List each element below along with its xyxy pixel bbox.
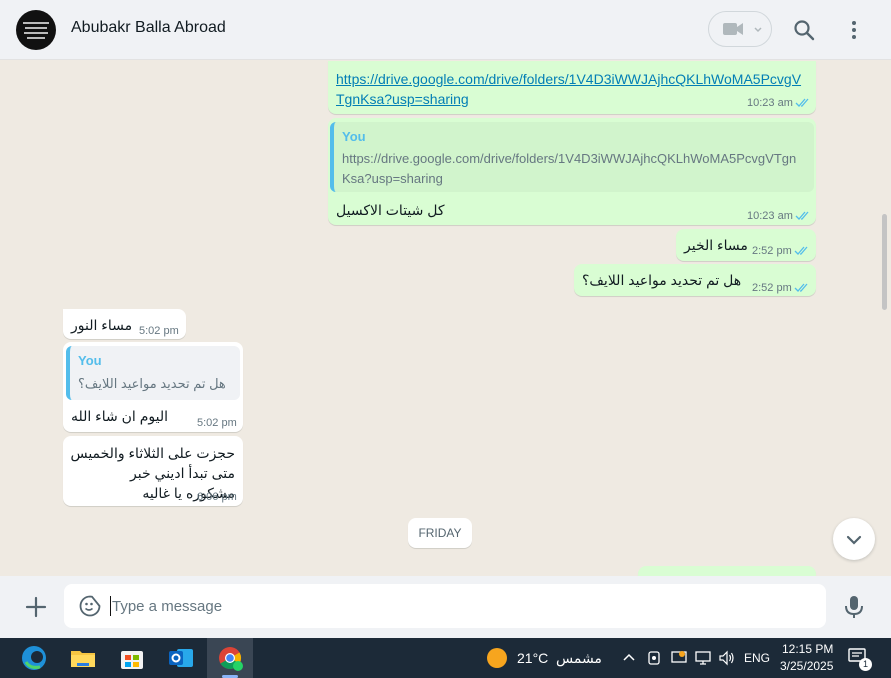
chat-scrollbar[interactable] [882,214,887,310]
chevron-up-icon[interactable] [622,651,636,665]
microphone-icon[interactable] [843,595,865,619]
read-ticks-icon [794,283,808,292]
microsoft-store-icon[interactable] [116,642,148,674]
message-time: 2:52 pm [752,282,792,294]
chat-area[interactable]: https://drive.google.com/drive/folders/1… [0,61,891,576]
tray-monitor-icon[interactable] [670,649,688,667]
message-time: 5:02 pm [139,325,179,337]
tray-app-icon[interactable] [646,650,662,666]
file-explorer-icon[interactable] [67,642,99,674]
quote-author: You [342,129,366,144]
sticker-icon[interactable] [78,594,102,618]
message-time: 5:02 pm [197,417,237,429]
video-call-button[interactable] [708,11,772,47]
contact-name[interactable]: Abubakr Balla Abroad [71,19,226,37]
quoted-message[interactable]: You هل تم تحديد مواعيد اللايف؟ [66,346,240,400]
outgoing-message[interactable]: https://drive.google.com/drive/folders/1… [328,61,816,114]
quote-text: هل تم تحديد مواعيد اللايف؟ [78,376,226,391]
notification-badge: 1 [859,658,872,671]
message-text: مساء الخير [684,237,748,253]
message-time: 10:23 am [747,97,793,109]
clock-time[interactable]: 12:15 PM [782,642,833,656]
incoming-message[interactable]: You هل تم تحديد مواعيد اللايف؟ اليوم ان … [63,342,243,432]
weather-label[interactable]: مشمس [556,650,602,667]
day-separator: FRIDAY [408,518,472,548]
scroll-to-bottom-button[interactable] [833,518,875,560]
message-time: 2:52 pm [752,245,792,257]
incoming-message[interactable]: مساء النور 5:02 pm [63,309,186,339]
outgoing-message[interactable]: You https://drive.google.com/drive/folde… [328,118,816,225]
message-text: كل شيتات الاكسيل [336,202,445,218]
chat-header: Abubakr Balla Abroad [0,0,891,60]
read-ticks-icon [795,98,809,107]
chevron-down-icon [754,27,762,33]
attach-plus-icon[interactable] [24,595,48,619]
message-composer [0,576,891,638]
weather-sun-icon[interactable] [486,647,508,669]
read-ticks-icon [794,246,808,255]
message-input[interactable] [112,596,802,616]
incoming-message[interactable]: حجزت على الثلاثاء والخميس متى تبدأ اديني… [63,436,243,506]
search-icon[interactable] [792,18,816,42]
contact-avatar[interactable] [16,10,56,50]
volume-icon[interactable] [718,649,736,667]
read-ticks-icon [795,211,809,220]
clock-date[interactable]: 3/25/2025 [780,659,833,673]
edge-browser-icon[interactable] [18,642,50,674]
quoted-message[interactable]: You https://drive.google.com/drive/folde… [330,122,814,192]
weather-temperature[interactable]: 21°C [517,650,548,666]
message-text: مساء النور [71,317,133,333]
windows-taskbar: 21°C مشمس ENG 12:15 PM 3/25/2025 1 [0,638,891,678]
chrome-whatsapp-icon [219,647,243,671]
chevron-down-icon [846,535,862,545]
message-box[interactable] [64,584,826,628]
outgoing-message[interactable] [638,566,816,576]
message-text: اليوم ان شاء الله [71,408,168,424]
message-time: 6:06 pm [197,491,237,503]
message-time: 10:23 am [747,210,793,222]
network-icon[interactable] [694,649,712,667]
text-caret [110,596,111,616]
outgoing-message[interactable]: مساء الخير 2:52 pm [676,229,816,261]
video-call-icon [723,23,743,35]
menu-icon[interactable] [842,18,866,42]
taskbar-active-app[interactable] [207,638,253,678]
outgoing-message[interactable]: هل تم تحديد مواعيد اللايف؟ 2:52 pm [574,264,816,296]
quote-text: https://drive.google.com/drive/folders/1… [342,151,797,186]
quote-author: You [78,353,102,368]
message-text: هل تم تحديد مواعيد اللايف؟ [582,272,742,288]
message-link[interactable]: https://drive.google.com/drive/folders/1… [336,69,801,109]
outlook-icon[interactable] [165,642,197,674]
input-language[interactable]: ENG [744,651,770,665]
